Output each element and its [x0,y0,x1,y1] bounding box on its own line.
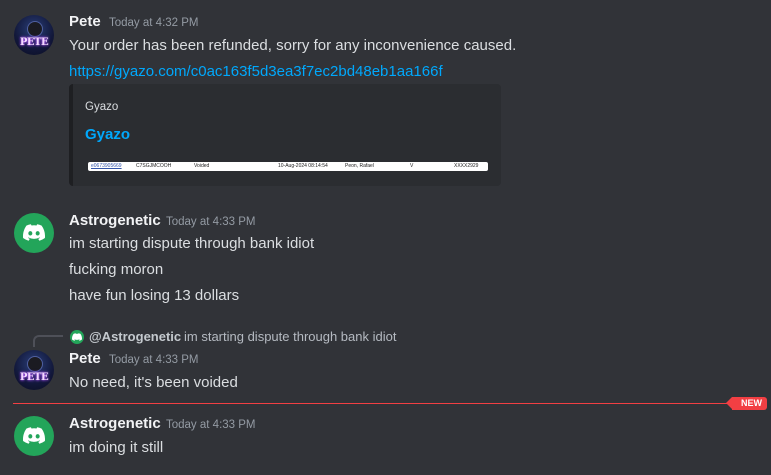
reply-avatar-icon[interactable] [70,330,84,344]
discord-logo-icon [23,224,45,241]
reply-connector [33,335,63,347]
timestamp: Today at 4:33 PM [166,216,256,228]
new-messages-divider [13,403,738,404]
message-text: im doing it still [69,439,164,456]
embed-image-text: e0673905669 [91,163,122,169]
new-badge: NEW [726,397,767,410]
message-link[interactable]: https://gyazo.com/c0ac163f5d3ea3f7ec2bd4… [69,63,443,80]
astrogenetic-avatar[interactable] [14,416,54,456]
message-text: No need, it's been voided [69,374,238,391]
discord-logo-icon [72,333,82,341]
embed-image-text: V [410,163,414,169]
avatar-text: PETE [19,372,49,383]
timestamp: Today at 4:33 PM [109,354,199,366]
embed-image-text: 10-Aug-2024 08:14:54 [278,163,328,169]
pete-avatar[interactable]: PETE [14,15,54,55]
timestamp: Today at 4:32 PM [109,17,199,29]
reply-mention[interactable]: @Astrogenetic [89,329,181,344]
embed-image-text: C7SGJMCOOH [136,163,172,169]
pete-avatar[interactable]: PETE [14,350,54,390]
embed-provider[interactable]: Gyazo [85,101,118,113]
message-text: have fun losing 13 dollars [69,287,240,304]
embed-title[interactable]: Gyazo [85,126,130,143]
link-embed: Gyazo Gyazo e0673905669 C7SGJMCOOH Voide… [69,84,501,186]
avatar-text: PETE [19,37,49,48]
avatar-figure [27,21,43,37]
discord-logo-icon [23,427,45,444]
embed-image-text: Peon, Rafael [345,163,374,169]
reply-preview[interactable]: im starting dispute through bank idiot [184,329,396,344]
message-text: im starting dispute through bank idiot [69,235,315,252]
author-name[interactable]: Astrogenetic [69,212,161,229]
author-name[interactable]: Pete [69,13,101,30]
embed-image-text: Voided [194,163,210,169]
embed-image-text: XXXX2929 [454,163,479,169]
timestamp: Today at 4:33 PM [166,419,256,431]
message-text: fucking moron [69,261,164,278]
message-text: Your order has been refunded, sorry for … [69,37,517,54]
embed-image[interactable]: e0673905669 C7SGJMCOOH Voided 10-Aug-202… [88,162,488,171]
author-name[interactable]: Astrogenetic [69,415,161,432]
avatar-figure [27,356,43,372]
astrogenetic-avatar[interactable] [14,213,54,253]
author-name[interactable]: Pete [69,350,101,367]
